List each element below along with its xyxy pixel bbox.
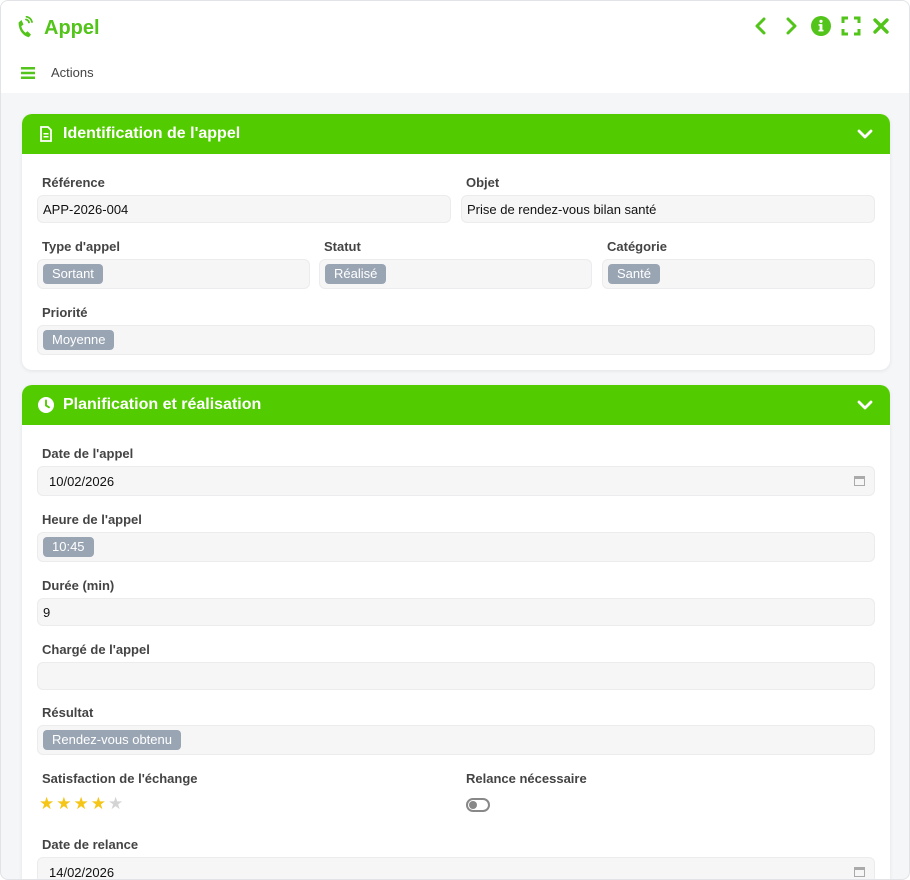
type-label: Type d'appel	[42, 239, 120, 254]
date-value: 10/02/2026	[49, 473, 115, 489]
satisfaction-rating[interactable]: ★ ★ ★ ★ ★	[39, 795, 123, 812]
objet-value: Prise de rendez-vous bilan santé	[467, 201, 657, 217]
reference-label: Référence	[42, 175, 105, 190]
calendar-icon[interactable]	[854, 475, 865, 486]
star-filled-icon[interactable]: ★	[91, 795, 106, 812]
call-window: Appel Actions Identification de l'appel …	[0, 0, 910, 880]
section-title: Planification et réalisation	[63, 396, 262, 413]
chevron-down-icon[interactable]	[856, 125, 874, 143]
star-empty-icon[interactable]: ★	[108, 795, 123, 812]
priorite-tag: Moyenne	[43, 330, 115, 350]
priorite-label: Priorité	[42, 305, 88, 320]
priorite-field[interactable]: Moyenne	[37, 325, 875, 355]
statut-tag: Réalisé	[325, 264, 387, 284]
date-relance-value: 14/02/2026	[49, 864, 115, 880]
relance-label: Relance nécessaire	[466, 771, 587, 786]
date-relance-field[interactable]: 14/02/2026	[37, 857, 875, 880]
statut-field[interactable]: Réalisé	[319, 259, 592, 289]
categorie-field[interactable]: Santé	[602, 259, 875, 289]
relance-toggle[interactable]	[466, 798, 490, 812]
chevron-down-icon[interactable]	[856, 396, 874, 414]
actions-label[interactable]: Actions	[51, 65, 94, 80]
chevron-left-icon[interactable]	[751, 15, 771, 37]
phone-icon	[18, 16, 33, 38]
identification-header[interactable]: Identification de l'appel	[22, 114, 890, 154]
duree-field[interactable]: 9	[37, 598, 875, 626]
chevron-right-icon[interactable]	[781, 15, 801, 37]
type-tag: Sortant	[43, 264, 103, 284]
star-filled-icon[interactable]: ★	[74, 795, 89, 812]
title-row: Appel	[15, 13, 100, 43]
calendar-icon[interactable]	[854, 866, 865, 877]
objet-field[interactable]: Prise de rendez-vous bilan santé	[461, 195, 875, 223]
satisfaction-label: Satisfaction de l'échange	[42, 771, 198, 786]
planification-section: Planification et réalisation Date de l'a…	[22, 385, 890, 880]
star-filled-icon[interactable]: ★	[39, 795, 54, 812]
categorie-tag: Santé	[608, 264, 660, 284]
heure-tag: 10:45	[43, 537, 94, 557]
clock-icon	[38, 397, 54, 413]
statut-label: Statut	[324, 239, 361, 254]
heure-field[interactable]: 10:45	[37, 532, 875, 562]
window-header: Appel Actions	[1, 1, 909, 93]
date-relance-label: Date de relance	[42, 837, 139, 852]
reference-field[interactable]: APP-2026-004	[37, 195, 451, 223]
charge-field[interactable]	[37, 662, 875, 690]
document-icon	[40, 126, 52, 142]
charge-label: Chargé de l'appel	[42, 642, 150, 657]
date-label: Date de l'appel	[42, 446, 134, 461]
planification-header[interactable]: Planification et réalisation	[22, 385, 890, 425]
expand-icon[interactable]	[841, 15, 861, 37]
info-icon[interactable]	[811, 15, 831, 37]
resultat-label: Résultat	[42, 705, 94, 720]
identification-section: Identification de l'appel Référence APP-…	[22, 114, 890, 370]
date-field[interactable]: 10/02/2026	[37, 466, 875, 496]
objet-label: Objet	[466, 175, 500, 190]
window-controls	[751, 15, 891, 37]
menu-icon[interactable]	[21, 66, 35, 79]
duree-value: 9	[43, 604, 51, 620]
categorie-label: Catégorie	[607, 239, 667, 254]
resultat-tag: Rendez-vous obtenu	[43, 730, 181, 750]
window-title: Appel	[44, 16, 100, 39]
star-filled-icon[interactable]: ★	[56, 795, 71, 812]
heure-label: Heure de l'appel	[42, 512, 142, 527]
actions-menu[interactable]: Actions	[21, 65, 94, 80]
toggle-knob	[469, 801, 477, 809]
close-icon[interactable]	[871, 15, 891, 37]
resultat-field[interactable]: Rendez-vous obtenu	[37, 725, 875, 755]
section-title: Identification de l'appel	[63, 125, 241, 142]
type-field[interactable]: Sortant	[37, 259, 310, 289]
duree-label: Durée (min)	[42, 578, 115, 593]
reference-value: APP-2026-004	[43, 201, 129, 217]
